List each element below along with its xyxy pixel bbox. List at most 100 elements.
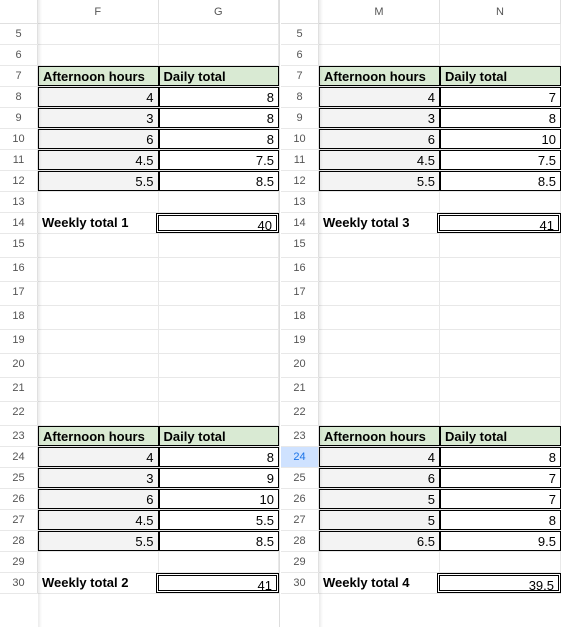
row-header[interactable]: 23 (281, 426, 319, 446)
daily-total-cell[interactable]: 8 (159, 108, 280, 128)
weekly-total-value[interactable]: 39.5 (437, 573, 561, 593)
daily-total-cell[interactable]: 10 (440, 129, 561, 149)
row-header[interactable]: 5 (281, 24, 319, 44)
cell[interactable] (319, 378, 440, 401)
cell[interactable] (440, 354, 561, 377)
row-header[interactable]: 29 (281, 552, 319, 572)
row-header[interactable]: 13 (281, 192, 319, 212)
afternoon-hours-cell[interactable]: 6 (38, 489, 159, 509)
cell[interactable] (38, 258, 159, 281)
row-header[interactable]: 9 (281, 108, 319, 128)
cell[interactable] (440, 45, 561, 65)
column-header-N[interactable]: N (440, 0, 561, 23)
afternoon-hours-cell[interactable]: 4.5 (38, 150, 159, 170)
cell[interactable] (159, 378, 280, 401)
daily-total-cell[interactable]: 7 (440, 489, 561, 509)
row-header[interactable]: 20 (0, 354, 38, 377)
cell[interactable] (159, 282, 280, 305)
afternoon-hours-cell[interactable]: 5.5 (38, 531, 159, 551)
daily-total-cell[interactable]: 7.5 (159, 150, 280, 170)
afternoon-hours-cell[interactable]: 3 (38, 108, 159, 128)
row-header[interactable]: 5 (0, 24, 38, 44)
afternoon-hours-cell[interactable]: 6 (319, 129, 440, 149)
cell[interactable] (38, 402, 159, 425)
afternoon-hours-cell[interactable]: 6 (38, 129, 159, 149)
row-header[interactable]: 23 (0, 426, 38, 446)
weekly-total-label[interactable]: Weekly total 2 (38, 573, 156, 593)
row-header[interactable]: 18 (281, 306, 319, 329)
cell[interactable] (38, 552, 159, 572)
table-header-afternoon[interactable]: Afternoon hours (319, 66, 440, 86)
cell[interactable] (159, 330, 280, 353)
daily-total-cell[interactable]: 8 (440, 447, 561, 467)
afternoon-hours-cell[interactable]: 4.5 (319, 150, 440, 170)
cell[interactable] (159, 258, 280, 281)
cell[interactable] (38, 354, 159, 377)
row-header[interactable]: 20 (281, 354, 319, 377)
row-header[interactable]: 21 (0, 378, 38, 401)
row-header[interactable]: 17 (0, 282, 38, 305)
row-header[interactable]: 10 (0, 129, 38, 149)
cell[interactable] (319, 306, 440, 329)
cell[interactable] (319, 234, 440, 257)
afternoon-hours-cell[interactable]: 6 (319, 468, 440, 488)
cell[interactable] (319, 24, 440, 44)
row-header[interactable]: 19 (281, 330, 319, 353)
row-header[interactable]: 16 (0, 258, 38, 281)
row-header[interactable]: 25 (281, 468, 319, 488)
daily-total-cell[interactable]: 7 (440, 468, 561, 488)
row-header[interactable]: 19 (0, 330, 38, 353)
row-header[interactable]: 14 (281, 213, 319, 233)
cell[interactable] (38, 282, 159, 305)
table-header-daily[interactable]: Daily total (440, 66, 561, 86)
row-header[interactable]: 11 (281, 150, 319, 170)
afternoon-hours-cell[interactable]: 5.5 (38, 171, 159, 191)
cell[interactable] (159, 234, 280, 257)
daily-total-cell[interactable]: 8 (440, 108, 561, 128)
cell[interactable] (38, 306, 159, 329)
cell[interactable] (440, 402, 561, 425)
row-header[interactable]: 22 (281, 402, 319, 425)
weekly-total-label[interactable]: Weekly total 1 (38, 213, 156, 233)
cell[interactable] (440, 234, 561, 257)
cell[interactable] (159, 192, 280, 212)
cell[interactable] (440, 306, 561, 329)
daily-total-cell[interactable]: 7 (440, 87, 561, 107)
cell[interactable] (319, 402, 440, 425)
row-header[interactable]: 15 (281, 234, 319, 257)
row-header[interactable]: 15 (0, 234, 38, 257)
afternoon-hours-cell[interactable]: 4 (38, 447, 159, 467)
cell[interactable] (159, 354, 280, 377)
row-header[interactable]: 30 (281, 573, 319, 593)
cell[interactable] (440, 330, 561, 353)
row-header[interactable]: 22 (0, 402, 38, 425)
cell[interactable] (440, 258, 561, 281)
row-header[interactable]: 6 (281, 45, 319, 65)
daily-total-cell[interactable]: 8 (159, 447, 280, 467)
daily-total-cell[interactable]: 9 (159, 468, 280, 488)
cell[interactable] (440, 192, 561, 212)
cell[interactable] (38, 192, 159, 212)
cell[interactable] (38, 45, 159, 65)
daily-total-cell[interactable]: 8.5 (440, 171, 561, 191)
cell[interactable] (319, 354, 440, 377)
afternoon-hours-cell[interactable]: 3 (38, 468, 159, 488)
column-header-G[interactable]: G (159, 0, 280, 23)
row-header[interactable]: 11 (0, 150, 38, 170)
weekly-total-label[interactable]: Weekly total 3 (319, 213, 437, 233)
row-header[interactable]: 29 (0, 552, 38, 572)
daily-total-cell[interactable]: 10 (159, 489, 280, 509)
row-header[interactable]: 9 (0, 108, 38, 128)
corner-cell[interactable] (281, 0, 319, 23)
row-header[interactable]: 7 (0, 66, 38, 86)
row-header[interactable]: 18 (0, 306, 38, 329)
table-header-daily[interactable]: Daily total (440, 426, 561, 446)
table-header-afternoon[interactable]: Afternoon hours (38, 66, 159, 86)
cell[interactable] (319, 552, 440, 572)
cell[interactable] (319, 330, 440, 353)
cell[interactable] (440, 552, 561, 572)
daily-total-cell[interactable]: 9.5 (440, 531, 561, 551)
weekly-total-label[interactable]: Weekly total 4 (319, 573, 437, 593)
afternoon-hours-cell[interactable]: 6.5 (319, 531, 440, 551)
cell[interactable] (38, 24, 159, 44)
